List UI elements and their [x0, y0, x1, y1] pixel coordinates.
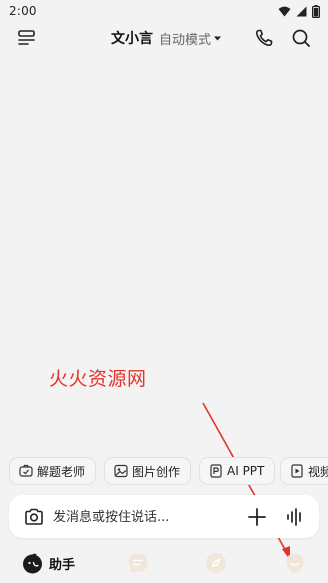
phone-icon: [255, 29, 273, 47]
phone-button[interactable]: [254, 28, 274, 48]
nav-assistant[interactable]: 助手: [22, 551, 75, 575]
chevron-down-icon: [214, 36, 222, 40]
camera-solve-icon: [19, 464, 33, 477]
plus-icon: [248, 508, 266, 526]
nav-assistant-label: 助手: [49, 557, 76, 573]
image-icon: [114, 464, 128, 478]
battery-icon: [312, 4, 320, 18]
ppt-icon: [210, 464, 222, 478]
voice-wave-icon: [287, 508, 301, 526]
search-icon: [292, 29, 310, 47]
chip-image-creation[interactable]: 图片创作: [104, 457, 192, 485]
video-icon: [291, 464, 303, 478]
assistant-avatar-icon: [23, 553, 42, 573]
compass-icon: [206, 553, 226, 573]
message-input[interactable]: [53, 505, 233, 529]
app-title: 文小言: [111, 31, 153, 47]
menu-button[interactable]: [17, 28, 37, 48]
chip-label: 图片创作: [132, 464, 181, 479]
title-group: 文小言 自动模式: [111, 26, 222, 50]
chat-icon: [128, 553, 148, 573]
chip-label: AI PPT: [227, 464, 265, 478]
chip-problem-solver[interactable]: 解题老师: [9, 457, 97, 485]
mode-label: 自动模式: [159, 32, 212, 48]
mode-dropdown[interactable]: 自动模式: [159, 29, 222, 48]
signal-icon: [296, 6, 307, 16]
status-bar: 2:00: [0, 0, 328, 22]
nav-profile[interactable]: [284, 551, 306, 575]
top-header: 文小言 自动模式: [0, 22, 328, 56]
status-time: 2:00: [9, 4, 37, 18]
voice-button[interactable]: [284, 506, 306, 528]
wifi-icon: [278, 6, 291, 16]
watermark-text: 火火资源网: [49, 368, 147, 390]
menu-icon: [18, 30, 35, 45]
chip-ai-ppt[interactable]: AI PPT: [199, 457, 276, 485]
add-button[interactable]: [246, 506, 268, 528]
bottom-nav: 助手: [0, 543, 328, 583]
camera-icon: [25, 508, 43, 525]
chip-label: 解题老师: [37, 464, 86, 479]
quick-actions: 解题老师 图片创作 AI PPT 视频: [0, 457, 328, 487]
chip-video[interactable]: 视频: [280, 457, 328, 485]
message-input-bar: [9, 495, 319, 538]
nav-chat[interactable]: [127, 551, 149, 575]
nav-discover[interactable]: [205, 551, 227, 575]
chip-label: 视频: [308, 464, 328, 479]
status-icons: [278, 4, 320, 18]
profile-icon: [286, 553, 304, 573]
camera-button[interactable]: [23, 506, 45, 528]
search-button[interactable]: [291, 28, 311, 48]
